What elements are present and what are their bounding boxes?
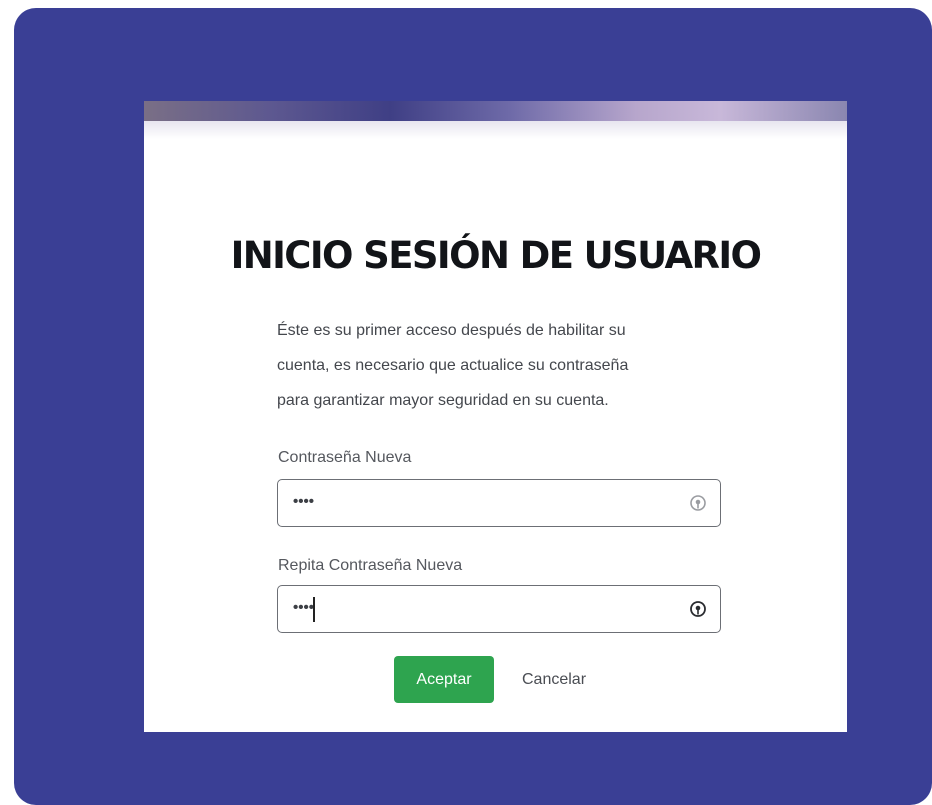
- page-title: INICIO SESIÓN DE USUARIO: [230, 234, 762, 277]
- new-password-field[interactable]: ••••: [277, 479, 721, 527]
- repeat-password-value: ••••: [293, 599, 315, 616]
- eye-icon[interactable]: [689, 494, 707, 512]
- accept-button[interactable]: Aceptar: [394, 656, 494, 703]
- description-line: para garantizar mayor seguridad en su cu…: [277, 392, 609, 409]
- banner-fade: [144, 121, 847, 139]
- header-banner-image: [144, 101, 847, 121]
- new-password-value: ••••: [293, 493, 315, 510]
- background-frame: INICIO SESIÓN DE USUARIO Éste es su prim…: [14, 8, 932, 805]
- description-line: Éste es su primer acceso después de habi…: [277, 322, 626, 339]
- login-card: INICIO SESIÓN DE USUARIO Éste es su prim…: [144, 101, 847, 732]
- description-text: Éste es su primer acceso después de habi…: [277, 313, 727, 418]
- repeat-password-field[interactable]: ••••: [277, 585, 721, 633]
- repeat-password-label: Repita Contraseña Nueva: [278, 557, 463, 574]
- new-password-label: Contraseña Nueva: [278, 449, 412, 466]
- eye-icon[interactable]: [689, 600, 707, 618]
- cancel-button[interactable]: Cancelar: [504, 656, 604, 703]
- description-line: cuenta, es necesario que actualice su co…: [277, 357, 629, 374]
- text-cursor: [313, 597, 315, 622]
